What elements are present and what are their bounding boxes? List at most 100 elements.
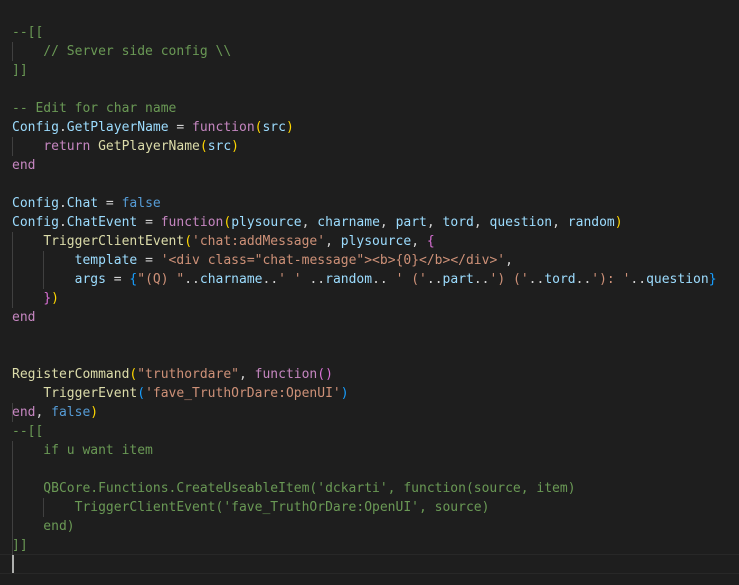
code-token-text: ,: [379, 214, 396, 230]
code-line[interactable]: template = '<div class="chat-message"><b…: [12, 251, 513, 270]
code-token-variable: src: [262, 119, 286, 135]
code-line[interactable]: end: [12, 156, 35, 175]
code-token-text: ,: [552, 214, 568, 230]
code-line[interactable]: TriggerClientEvent('fave_TruthOrDare:Ope…: [12, 498, 490, 517]
code-token-comment: if u want item: [12, 442, 153, 458]
code-line[interactable]: TriggerEvent('fave_TruthOrDare:OpenUI'): [12, 384, 348, 403]
code-token-variable: Chat: [66, 195, 99, 211]
code-token-variable: src: [207, 138, 232, 154]
code-token-text: ,: [238, 366, 255, 382]
code-token-string: ' ': [278, 271, 302, 287]
code-line[interactable]: Config.ChatEvent = function(plysource, c…: [12, 213, 623, 232]
code-token-string: 'fave_TruthOrDare:OpenUI': [145, 385, 341, 401]
code-token-text: ,: [473, 214, 490, 230]
code-token-variable: part: [395, 214, 427, 230]
text-cursor: [12, 555, 14, 573]
code-line[interactable]: if u want item: [12, 441, 153, 460]
code-line[interactable]: RegisterCommand("truthordare", function(…: [12, 365, 333, 384]
code-token-function: TriggerEvent: [43, 385, 138, 401]
code-token-variable: template: [74, 252, 138, 268]
current-line-highlight: [0, 554, 739, 574]
code-token-comment: end): [12, 518, 75, 534]
code-editor[interactable]: --[[ // Server side config \\]] -- Edit f…: [0, 0, 739, 585]
code-token-keyword: end: [12, 157, 36, 173]
code-line[interactable]: Config.Chat = false: [12, 194, 161, 213]
code-line[interactable]: }): [12, 289, 59, 308]
code-line[interactable]: -- Edit for char name: [12, 99, 176, 118]
code-token-bracket-blue: (: [137, 385, 146, 401]
code-token-text: ..: [372, 271, 396, 287]
code-token-string: ') (': [489, 271, 529, 287]
code-token-text: ..: [184, 271, 200, 287]
code-line[interactable]: ]]: [12, 536, 28, 555]
code-token-text: ..: [426, 271, 443, 287]
code-line[interactable]: end, false): [12, 403, 98, 422]
code-token-text: .: [58, 119, 67, 135]
code-token-text: =: [168, 119, 193, 135]
code-token-bracket-purple: {: [426, 233, 435, 249]
code-token-comment: ]]: [12, 537, 28, 553]
code-token-bracket-purple: }: [43, 290, 52, 306]
code-line[interactable]: Config.GetPlayerName = function(src): [12, 118, 294, 137]
code-line[interactable]: ]]: [12, 61, 28, 80]
code-token-text: ..: [630, 271, 647, 287]
code-token-text: .: [58, 195, 67, 211]
code-token-bracket-gold: ): [285, 119, 294, 135]
code-token-keyword: function: [254, 366, 318, 382]
code-token-text: =: [137, 252, 161, 268]
code-token-variable: Config: [12, 195, 59, 211]
code-token-variable: part: [442, 271, 474, 287]
code-token-comment: QBCore.Functions.CreateUseableItem('dcka…: [12, 480, 576, 496]
code-line[interactable]: args = {"(Q) "..charname..' ' ..random..…: [12, 270, 717, 289]
code-token-bracket-gold: ): [51, 290, 59, 306]
code-line[interactable]: return GetPlayerName(src): [12, 137, 239, 156]
code-token-string: '): ': [591, 271, 631, 287]
code-token-constant: false: [51, 404, 91, 420]
code-token-comment: ]]: [12, 62, 28, 78]
code-token-bracket-gold: (: [199, 138, 208, 154]
code-token-text: ..: [262, 271, 279, 287]
code-token-comment: -- Edit for char name: [12, 100, 177, 116]
code-token-text: ..: [528, 271, 545, 287]
code-token-bracket-purple: (: [317, 366, 326, 382]
code-line[interactable]: // Server side config \\: [12, 42, 231, 61]
code-line[interactable]: --[[: [12, 422, 43, 441]
code-token-bracket-blue: }: [708, 271, 717, 287]
code-token-variable: args: [74, 271, 106, 287]
code-token-variable: random: [567, 214, 615, 230]
code-token-text: ,: [301, 214, 318, 230]
code-token-variable: question: [489, 214, 553, 230]
code-line[interactable]: --[[: [12, 23, 43, 42]
code-token-bracket-gold: ): [614, 214, 623, 230]
code-token-function: TriggerClientEvent: [43, 233, 185, 249]
code-token-variable: Config: [12, 119, 59, 135]
code-token-text: =: [98, 195, 122, 211]
code-token-function: RegisterCommand: [12, 366, 130, 382]
code-token-keyword: end: [12, 404, 36, 420]
code-token-variable: tord: [544, 271, 576, 287]
code-token-variable: ChatEvent: [66, 214, 138, 230]
code-line[interactable]: TriggerClientEvent('chat:addMessage', pl…: [12, 232, 435, 251]
code-line[interactable]: end): [12, 517, 75, 536]
code-token-comment: TriggerClientEvent('fave_TruthOrDare:Ope…: [12, 499, 490, 515]
code-token-variable: tord: [442, 214, 474, 230]
code-token-bracket-gold: (: [184, 233, 193, 249]
code-token-variable: charname: [317, 214, 380, 230]
code-token-string: "truthordare": [137, 366, 239, 382]
code-token-keyword: return: [43, 138, 91, 154]
code-token-variable: plysource: [231, 214, 302, 230]
code-line[interactable]: end: [12, 308, 35, 327]
code-token-variable: charname: [199, 271, 263, 287]
code-token-string: ' (': [395, 271, 427, 287]
code-token-bracket-gold: (: [223, 214, 232, 230]
code-token-variable: plysource: [340, 233, 412, 249]
code-token-variable: Config: [12, 214, 59, 230]
code-token-function: GetPlayerName: [98, 138, 200, 154]
code-line[interactable]: QBCore.Functions.CreateUseableItem('dcka…: [12, 479, 576, 498]
